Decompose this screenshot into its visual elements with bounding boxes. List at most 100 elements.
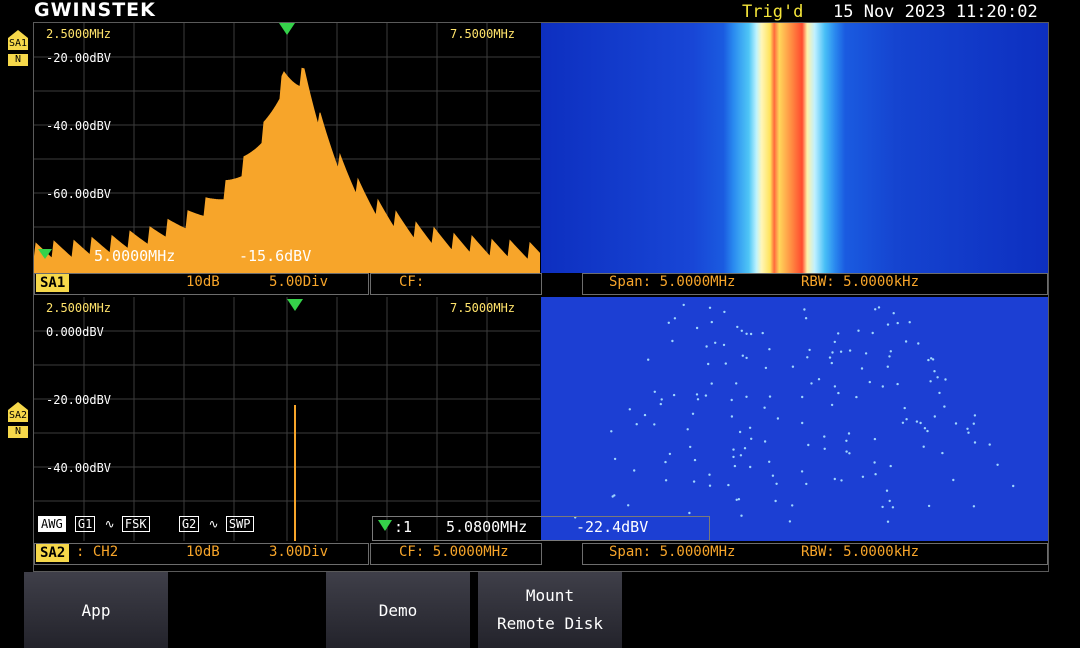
sa1-y-tick: -40.00dBV <box>46 119 112 133</box>
sa2-scale: 10dB <box>186 544 220 560</box>
waterfall-dot <box>817 378 821 381</box>
waterfall-dot <box>903 406 906 410</box>
sa1-side-marker[interactable]: SA1 N <box>8 30 28 66</box>
waterfall-dot <box>691 412 695 415</box>
date-time: 15 Nov 2023 11:20:02 <box>833 2 1038 22</box>
waterfall-dot <box>664 460 667 464</box>
waterfall-dot <box>768 348 771 351</box>
waterfall-dot <box>954 422 958 425</box>
waterfall-dot <box>886 365 889 368</box>
waterfall-dot <box>1012 484 1015 488</box>
waterfall-dot <box>724 362 727 365</box>
sa1-spectrum-plot: 2.5000MHz 7.5000MHz -20.00dBV -40.00dBV … <box>34 23 540 273</box>
sa2-div: 3.00Div <box>269 544 329 560</box>
waterfall-dot <box>664 479 668 482</box>
waterfall-dot <box>613 494 616 497</box>
waterfall-dot <box>915 420 919 423</box>
waterfall-dot <box>807 443 810 447</box>
waterfall-dot <box>929 380 932 383</box>
waterfall-dot <box>743 447 747 450</box>
waterfall-dot <box>708 306 712 309</box>
waterfall-dot <box>749 332 753 336</box>
waterfall-dot <box>933 415 936 418</box>
waterfall-dot <box>714 341 717 344</box>
waterfall-dot <box>837 332 840 335</box>
waterfall-dot <box>653 423 656 426</box>
waterfall-dot <box>730 415 734 418</box>
waterfall-dot <box>831 351 834 354</box>
app-softkey[interactable]: App <box>24 572 168 648</box>
demo-softkey[interactable]: Demo <box>326 572 470 648</box>
waterfall-dot <box>886 323 890 326</box>
sine-wave-icon: ∿ <box>208 517 219 531</box>
waterfall-dot <box>888 499 891 503</box>
trigger-status: Trig'd <box>742 2 804 22</box>
waterfall-dot <box>727 483 730 487</box>
waterfall-dot <box>889 350 892 353</box>
waterfall-dot <box>737 498 741 501</box>
waterfall-dot <box>861 475 865 478</box>
waterfall-dot <box>805 482 808 486</box>
sa1-scale: 10dB <box>186 274 220 290</box>
waterfall-dot <box>738 430 742 434</box>
waterfall-dot <box>874 473 877 476</box>
waterfall-dot <box>775 482 778 485</box>
swp-label: SWP <box>225 516 254 532</box>
waterfall-dot <box>635 423 638 426</box>
waterfall-dot <box>952 478 955 482</box>
waterfall-dot <box>732 448 735 451</box>
waterfall-dot <box>668 452 672 456</box>
waterfall-dot <box>833 385 837 388</box>
waterfall-dot <box>647 358 650 361</box>
waterfall-dot <box>686 428 689 431</box>
waterfall-dot <box>972 422 975 425</box>
waterfall-dot <box>810 382 813 385</box>
waterfall-dot <box>763 406 766 409</box>
waterfall-dot <box>733 464 737 468</box>
fsk-label: FSK <box>121 516 150 532</box>
waterfall-dot <box>761 331 764 335</box>
demo-softkey-label: Demo <box>378 600 418 620</box>
waterfall-dot <box>896 382 899 386</box>
sa1-div: 5.00Div <box>269 274 329 290</box>
waterfall-dot <box>774 499 777 503</box>
gwinstek-logo: GWINSTEK <box>34 0 156 21</box>
waterfall-dot <box>933 370 936 373</box>
sa1-side-mode: N <box>8 54 28 66</box>
waterfall-dot <box>806 356 809 359</box>
waterfall-dot <box>692 480 696 483</box>
waterfall-dot <box>788 520 792 523</box>
waterfall-dot <box>871 331 874 335</box>
waterfall-dot <box>682 303 685 307</box>
waterfall-dot <box>672 393 676 397</box>
waterfall-dot <box>740 514 743 517</box>
waterfall-dot <box>936 376 939 379</box>
waterfall-dot <box>736 325 739 329</box>
marker-icon[interactable] <box>287 299 303 311</box>
marker-icon[interactable] <box>279 23 295 35</box>
scope-screen: 2.5000MHz 7.5000MHz -20.00dBV -40.00dBV … <box>33 22 1049 572</box>
waterfall-dot <box>730 398 733 402</box>
sa2-waterfall-dots <box>574 303 1015 523</box>
sa2-stop-freq: 7.5000MHz <box>450 301 516 315</box>
sa2-side-marker[interactable]: SA2 N <box>8 402 28 438</box>
waterfall-dot <box>707 362 710 366</box>
marker-icon <box>378 520 392 531</box>
waterfall-dot <box>688 511 691 515</box>
waterfall-dot <box>801 421 804 425</box>
waterfall-dot <box>745 356 748 360</box>
sa1-trace <box>34 67 540 273</box>
waterfall-dot <box>673 317 677 320</box>
waterfall-dot <box>837 391 840 395</box>
waterfall-dot <box>705 345 708 348</box>
mount-remote-disk-softkey[interactable]: Mount Remote Disk <box>478 572 622 648</box>
awg-status[interactable]: AWG G1 ∿ FSK G2 ∿ SWP <box>38 516 256 532</box>
sa1-waterfall-image <box>541 23 1048 273</box>
sa2-status-bar: SA2 : CH2 10dB 3.00Div CF: 5.0000MHz Spa… <box>34 543 1048 565</box>
waterfall-dot <box>927 504 931 508</box>
waterfall-dot <box>741 354 744 357</box>
waterfall-dot <box>708 484 712 487</box>
g1-label: G1 <box>74 516 96 532</box>
sa2-waterfall <box>541 297 1048 541</box>
waterfall-dot <box>908 321 911 324</box>
